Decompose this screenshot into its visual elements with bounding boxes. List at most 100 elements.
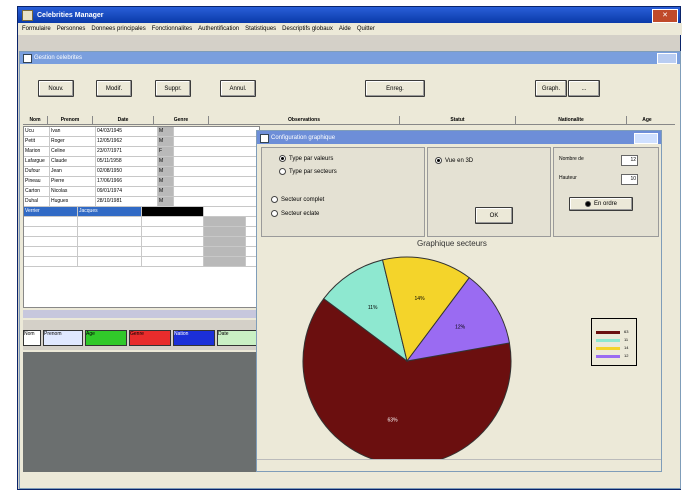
- chart-legend: 63 11 14 12: [591, 318, 637, 366]
- pie-slice: [381, 256, 470, 363]
- radio-dot: [279, 168, 286, 175]
- column-header[interactable]: Age: [627, 116, 667, 124]
- table-row-selected[interactable]: Verrier Jacques: [24, 207, 259, 217]
- menu-bar: Formulaire Personnes Donnees principales…: [18, 23, 682, 35]
- slice-label: 63%: [388, 418, 399, 424]
- legend-swatch: [596, 331, 620, 334]
- legend-swatch: [596, 347, 620, 350]
- menu-item[interactable]: Statistiques: [245, 26, 276, 32]
- legend-label: Prenom: [43, 330, 83, 346]
- data-grid: Ucu Ivan 04/03/1945 M Petit Roger 12/05/1962 M…: [23, 126, 260, 308]
- table-row[interactable]: [24, 257, 259, 267]
- table-row[interactable]: Petit Roger 12/05/1962 M: [24, 137, 259, 147]
- save-button[interactable]: Enreg.: [365, 80, 425, 97]
- legend-value: 11: [624, 337, 629, 342]
- table-row[interactable]: Duhal Hugues 28/10/1981 M: [24, 197, 259, 207]
- legend-label: Age: [85, 330, 127, 346]
- option-label: Secteur complet: [281, 196, 325, 203]
- spin1-input[interactable]: 12: [621, 155, 638, 166]
- table-row[interactable]: [24, 227, 259, 237]
- child-close-button[interactable]: [657, 53, 677, 64]
- legend-label: Genre: [129, 330, 171, 346]
- column-header[interactable]: Prenom: [48, 116, 93, 124]
- app-title-bar: Celebrities Manager: [18, 7, 680, 23]
- menu-item[interactable]: Fonctionnalites: [152, 26, 192, 32]
- slice-label: 12%: [455, 324, 466, 330]
- dialog-close-button[interactable]: [634, 133, 658, 144]
- menu-item[interactable]: Donnees principales: [91, 26, 145, 32]
- chart-dialog: Configuration graphique Type par valeurs…: [256, 130, 662, 472]
- table-row[interactable]: Marion Celine 23/07/1971 F: [24, 147, 259, 157]
- spin2-input[interactable]: 10: [621, 174, 638, 185]
- legend-swatch: [596, 339, 620, 342]
- chart-title: Graphique secteurs: [417, 239, 487, 248]
- slice-label: 11%: [368, 305, 378, 311]
- column-header[interactable]: Genre: [154, 116, 209, 124]
- column-header[interactable]: Date: [93, 116, 154, 124]
- option-radio-2[interactable]: Type par secteurs: [279, 168, 337, 175]
- edit-button[interactable]: Modif.: [96, 80, 132, 97]
- slice-label: 14%: [415, 296, 426, 302]
- menu-item[interactable]: Personnes: [57, 26, 86, 32]
- child-window-icon: [23, 54, 32, 63]
- graph-button[interactable]: Graph.: [535, 80, 567, 97]
- child-title-bar: Gestion celebrites: [20, 52, 680, 64]
- grid-header: Nom Prenom Date Genre Observations Statu…: [23, 116, 675, 125]
- menu-item[interactable]: Authentification: [198, 26, 239, 32]
- more-button[interactable]: ...: [568, 80, 600, 97]
- option-radio-3[interactable]: Secteur complet: [271, 196, 324, 203]
- table-row[interactable]: [24, 247, 259, 257]
- option-3d-radio[interactable]: Vue en 3D: [435, 157, 473, 164]
- app-title: Celebrities Manager: [37, 11, 104, 19]
- radio-dot: [271, 196, 278, 203]
- legend-swatch: [596, 355, 620, 358]
- delete-button[interactable]: Suppr.: [155, 80, 191, 97]
- close-button[interactable]: ✕: [652, 9, 678, 23]
- menu-item[interactable]: Formulaire: [22, 26, 51, 32]
- column-header[interactable]: Nationalite: [516, 116, 627, 124]
- pie-slice: [302, 298, 512, 466]
- pie-slice: [323, 259, 408, 363]
- menu-item[interactable]: Aide: [339, 26, 351, 32]
- legend-value: 63: [624, 329, 629, 334]
- dialog-title-bar: Configuration graphique: [257, 131, 661, 144]
- legend-label: Date: [217, 330, 259, 346]
- table-row[interactable]: Carton Nicolas 09/01/1974 M: [24, 187, 259, 197]
- legend-label: Nom: [23, 330, 41, 346]
- table-row[interactable]: [24, 237, 259, 247]
- radio-dot: [279, 155, 286, 162]
- option-label: Type par secteurs: [289, 168, 337, 175]
- dialog-status-bar: [257, 459, 661, 470]
- radio-dot: [584, 201, 591, 207]
- table-row[interactable]: Dufour Jean 02/08/1950 M: [24, 167, 259, 177]
- option-label: Secteur eclate: [281, 210, 320, 217]
- pie-slice: [405, 277, 510, 362]
- option-label: Type par valeurs: [289, 155, 334, 162]
- column-header[interactable]: Nom: [23, 116, 48, 124]
- color-legend-strip: Nom Prenom Age Genre Nation Date: [23, 320, 260, 350]
- menu-item[interactable]: Quitter: [357, 26, 375, 32]
- column-header[interactable]: Observations: [209, 116, 400, 124]
- option-radio-1[interactable]: Type par valeurs: [279, 155, 333, 162]
- menu-item[interactable]: Descriptifs globaux: [282, 26, 333, 32]
- legend-value: 14: [624, 345, 629, 350]
- order-radio-button[interactable]: En ordre: [569, 197, 633, 211]
- legend-value: 12: [624, 353, 629, 358]
- dialog-icon: [260, 134, 269, 143]
- table-row[interactable]: Pineau Pierre 17/06/1966 M: [24, 177, 259, 187]
- spin2-label: Hauteur: [559, 175, 577, 181]
- cancel-button[interactable]: Annul.: [220, 80, 256, 97]
- app-icon: [22, 9, 33, 21]
- new-button[interactable]: Nouv.: [38, 80, 74, 97]
- order-label: En ordre: [593, 201, 617, 207]
- table-row[interactable]: Ucu Ivan 04/03/1945 M: [24, 127, 259, 137]
- option-radio-4[interactable]: Secteur eclate: [271, 210, 319, 217]
- table-row[interactable]: [24, 217, 259, 227]
- table-row[interactable]: Lafargue Claude 05/11/1958 M: [24, 157, 259, 167]
- column-header[interactable]: Statut: [400, 116, 516, 124]
- child-title: Gestion celebrites: [34, 55, 83, 61]
- ok-button[interactable]: OK: [475, 207, 513, 224]
- scrollbar[interactable]: [23, 310, 260, 318]
- radio-dot: [435, 157, 442, 164]
- spin1-label: Nombre de: [559, 156, 584, 162]
